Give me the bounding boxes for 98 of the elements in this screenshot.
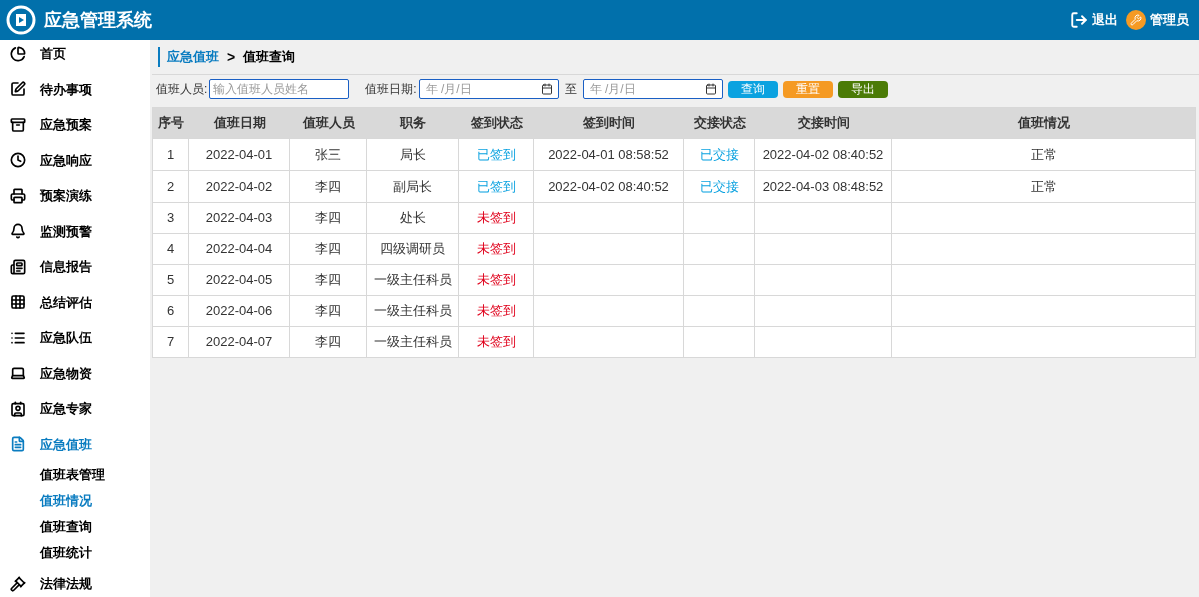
table-cell-text: 一级主任科员 — [373, 333, 452, 352]
status-text: 已签到 — [476, 177, 516, 196]
table-cell-text: 李四 — [315, 209, 341, 228]
table-cell-text: 2022-04-05 — [205, 271, 273, 290]
table-cell-text: 处长 — [399, 209, 426, 228]
table-cell-text: 6 — [166, 302, 175, 321]
calendar-icon[interactable] — [704, 83, 717, 95]
sidebar-item[interactable]: 应急物资 — [10, 355, 150, 391]
table-cell-text: 2022-04-04 — [205, 240, 273, 259]
field-label: 值班日期: — [365, 81, 417, 98]
table-cell-text: 李四 — [315, 240, 341, 259]
table-cell-text: 2022-04-07 — [205, 333, 273, 352]
table-cell-text: 李四 — [315, 302, 341, 321]
sidebar-subitem[interactable]: 值班统计 — [10, 540, 150, 566]
table-cell-text: 一级主任科员 — [373, 302, 452, 321]
contact-card-icon — [10, 400, 26, 417]
laptop-icon — [10, 365, 26, 382]
table-cell-text: 副局长 — [393, 177, 432, 196]
table-cell-text: 李四 — [315, 333, 341, 352]
sidebar-subitem[interactable]: 值班情况 — [10, 488, 150, 514]
table-cell-text: 2022-04-03 — [205, 209, 273, 228]
table-cell-text: 2022-04-01 08:58:52 — [548, 145, 669, 164]
archive-box-icon — [10, 116, 26, 133]
export-button[interactable]: 导出 — [837, 80, 888, 98]
sidebar-item[interactable]: 应急专家 — [10, 391, 150, 427]
table-cell-text: 2022-04-03 08:48:52 — [762, 177, 884, 196]
user-button[interactable]: 管理员 — [1126, 10, 1189, 30]
status-text: 未签到 — [476, 271, 516, 290]
logo-icon — [6, 5, 36, 35]
pie-chart-icon — [10, 45, 26, 62]
table-cell-text: 2 — [166, 177, 175, 196]
table-cell-text: 一级主任科员 — [373, 271, 452, 290]
sidebar-item[interactable]: 首页 — [10, 40, 150, 72]
column-header: 序号 — [157, 114, 185, 133]
table-cell-text: 局长 — [399, 145, 426, 164]
column-header: 值班日期 — [212, 114, 267, 133]
clock-icon — [10, 152, 26, 169]
logout-icon — [1070, 11, 1088, 29]
sidebar-item[interactable]: 信息报告 — [10, 249, 150, 285]
sidebar-item[interactable]: 监测预警 — [10, 213, 150, 249]
status-text: 未签到 — [476, 209, 516, 228]
breadcrumb-separator: > — [227, 47, 236, 67]
status-text: 已签到 — [476, 145, 516, 164]
column-header: 职务 — [399, 114, 427, 133]
sidebar-item[interactable]: 待办事项 — [10, 71, 150, 107]
table-cell-text: 1 — [166, 145, 175, 164]
field-label: 值班人员: — [156, 81, 208, 98]
table-cell-text: 3 — [166, 209, 175, 228]
table-cell-text: 2022-04-01 — [205, 145, 273, 164]
column-header: 交接时间 — [796, 114, 851, 133]
edit-icon — [10, 81, 26, 98]
table-cell-text: 张三 — [315, 145, 341, 164]
status-text: 已交接 — [699, 145, 739, 164]
gavel-icon — [10, 575, 26, 592]
table-cell-text: 7 — [166, 333, 175, 352]
table-cell-text: 李四 — [315, 177, 341, 196]
document-icon — [10, 436, 26, 453]
sidebar-subitem[interactable]: 值班表管理 — [10, 462, 150, 488]
table-cell-text: 4 — [166, 240, 175, 259]
table-cell-text: 正常 — [1030, 145, 1057, 164]
table-cell-text: 2022-04-02 08:40:52 — [762, 145, 884, 164]
sidebar-item[interactable]: 应急响应 — [10, 142, 150, 178]
status-text: 未签到 — [476, 302, 516, 321]
column-header: 签到状态 — [469, 114, 524, 133]
user-avatar-icon — [1126, 10, 1146, 30]
date-field[interactable]: 年 /月/日 — [582, 79, 723, 99]
breadcrumb-current: 值班查询 — [243, 48, 296, 67]
logout-button[interactable]: 退出 — [1070, 10, 1118, 30]
sidebar-item[interactable]: 总结评估 — [10, 284, 150, 320]
table-cell-text: 正常 — [1030, 177, 1057, 196]
table-cell-text: 5 — [166, 271, 175, 290]
sidebar-item[interactable]: 应急队伍 — [10, 320, 150, 356]
status-text: 未签到 — [476, 333, 516, 352]
sidebar-item[interactable]: 预案演练 — [10, 178, 150, 214]
column-header: 值班人员 — [301, 114, 356, 133]
status-text: 未签到 — [476, 240, 516, 259]
table-cell-text: 2022-04-02 — [205, 177, 273, 196]
calendar-icon[interactable] — [540, 83, 553, 95]
sidebar-item[interactable]: 应急预案 — [10, 107, 150, 143]
table-cell-text: 四级调研员 — [380, 240, 445, 259]
table-grid-icon — [10, 294, 26, 311]
newspaper-icon — [10, 258, 26, 275]
column-header: 值班情况 — [1016, 114, 1071, 133]
sidebar-item[interactable]: 法律法规 — [10, 566, 150, 597]
date-field[interactable]: 年 /月/日 — [418, 79, 559, 99]
column-header: 交接状态 — [692, 114, 747, 133]
app-title: 应急管理系统 — [44, 8, 152, 32]
status-text: 已交接 — [699, 177, 739, 196]
sidebar-subitem[interactable]: 值班查询 — [10, 514, 150, 540]
table-cell-text: 2022-04-02 08:40:52 — [548, 177, 669, 196]
table-cell-text: 李四 — [315, 271, 341, 290]
breadcrumb-link[interactable]: 应急值班 — [158, 47, 219, 67]
table-cell-text: 2022-04-06 — [205, 302, 273, 321]
bell-icon — [10, 223, 26, 240]
name-input-field[interactable]: 输入值班人员姓名 — [209, 79, 350, 99]
sidebar-item[interactable]: 应急值班 — [10, 426, 150, 462]
column-header: 签到时间 — [582, 114, 636, 133]
range-separator: 至 — [564, 81, 577, 98]
